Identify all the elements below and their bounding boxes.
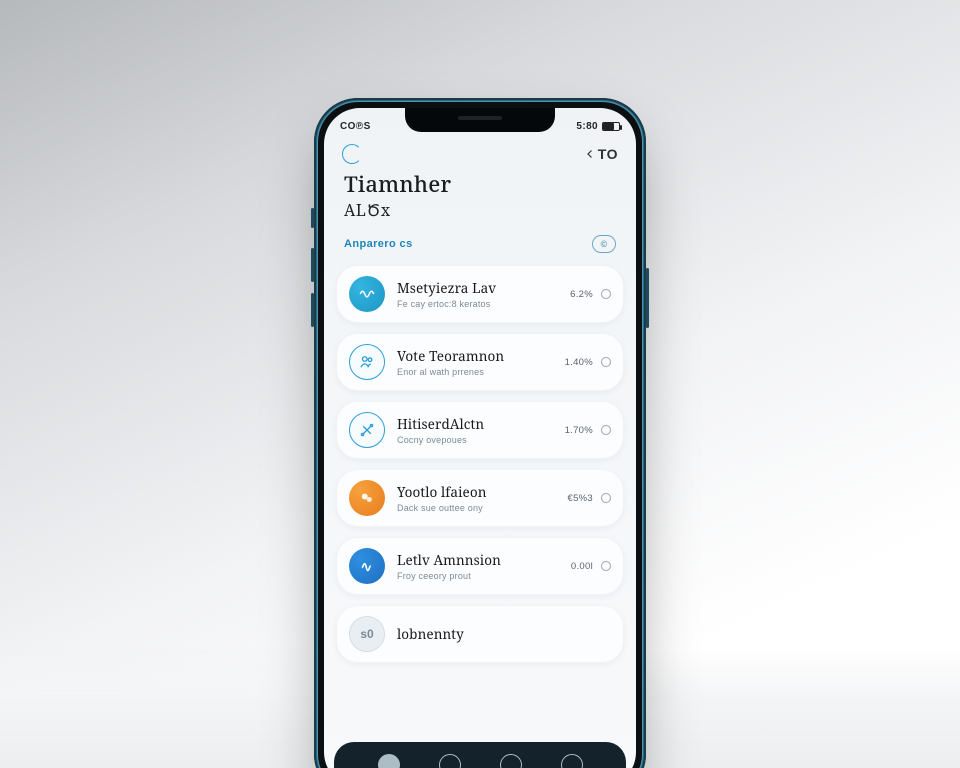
tab-home[interactable] [378, 754, 400, 768]
page-subtitle: ALԾx [344, 199, 616, 221]
item-value: 1.40% [565, 357, 593, 368]
list-item[interactable]: Vote Teoramnon Enor al wath prrenes 1.40… [336, 333, 624, 391]
section-header: Anparero cs © [324, 223, 636, 261]
list-item[interactable]: s0 lobnennty [336, 605, 624, 663]
item-subtitle: Froy ceeory prout [397, 571, 571, 581]
volume-up-button[interactable] [311, 248, 314, 282]
item-value: 0.00l [571, 561, 593, 572]
radio-icon[interactable] [601, 289, 611, 299]
item-title: lobnennty [397, 625, 611, 643]
radio-icon[interactable] [601, 425, 611, 435]
wave-icon [349, 276, 385, 312]
tab-third[interactable] [500, 754, 522, 768]
tab-fourth[interactable] [561, 754, 583, 768]
back-button[interactable]: TO [584, 146, 618, 162]
item-subtitle: Enor al wath prrenes [397, 367, 565, 377]
item-value: 6.2% [570, 289, 593, 300]
section-label[interactable]: Anparero cs [344, 238, 413, 250]
item-title: Msetyiezra Lav [397, 279, 570, 297]
page-title-block: Tiamnher ALԾx [324, 168, 636, 223]
chevron-left-icon [584, 148, 596, 160]
refresh-icon[interactable] [342, 144, 362, 164]
people-icon [349, 344, 385, 380]
bubbles-icon [349, 480, 385, 516]
status-left: CO℗S [340, 121, 371, 132]
items-list: Msetyiezra Lav Fe cay ertoc:8 keratos 6.… [324, 261, 636, 663]
item-title: Yootlo lfaieon [397, 483, 568, 501]
power-button[interactable] [646, 268, 649, 328]
item-value: €5%3 [568, 493, 594, 504]
top-bar: TO [324, 138, 636, 168]
radio-icon[interactable] [601, 561, 611, 571]
radio-icon[interactable] [601, 493, 611, 503]
list-item[interactable]: Letlv Amnnsion Froy ceeory prout 0.00l [336, 537, 624, 595]
section-pill-button[interactable]: © [592, 235, 616, 253]
mute-switch[interactable] [311, 208, 314, 228]
list-item[interactable]: HitiserdAlctn Cocny ovepoues 1.70% [336, 401, 624, 459]
tab-second[interactable] [439, 754, 461, 768]
item-title: Letlv Amnnsion [397, 551, 571, 569]
page-title: Tiamnher [344, 172, 616, 197]
back-label: TO [598, 146, 618, 162]
item-subtitle: Dack sue outtee ony [397, 503, 568, 513]
battery-icon [602, 122, 620, 131]
pulse-icon [349, 548, 385, 584]
tab-bar [334, 742, 626, 768]
status-bar: CO℗S 5:80 [324, 108, 636, 138]
item-subtitle: Fe cay ertoc:8 keratos [397, 299, 570, 309]
item-title: HitiserdAlctn [397, 415, 565, 433]
list-item[interactable]: Yootlo lfaieon Dack sue outtee ony €5%3 [336, 469, 624, 527]
tools-icon [349, 412, 385, 448]
item-value: 1.70% [565, 425, 593, 436]
list-item[interactable]: Msetyiezra Lav Fe cay ertoc:8 keratos 6.… [336, 265, 624, 323]
item-subtitle: Cocny ovepoues [397, 435, 565, 445]
radio-icon[interactable] [601, 357, 611, 367]
phone-frame: CO℗S 5:80 TO Tiamnher ALԾx Anparero cs [314, 98, 646, 768]
volume-down-button[interactable] [311, 293, 314, 327]
number-icon: s0 [349, 616, 385, 652]
screen: CO℗S 5:80 TO Tiamnher ALԾx Anparero cs [324, 108, 636, 768]
item-title: Vote Teoramnon [397, 347, 565, 365]
status-time: 5:80 [576, 121, 598, 132]
